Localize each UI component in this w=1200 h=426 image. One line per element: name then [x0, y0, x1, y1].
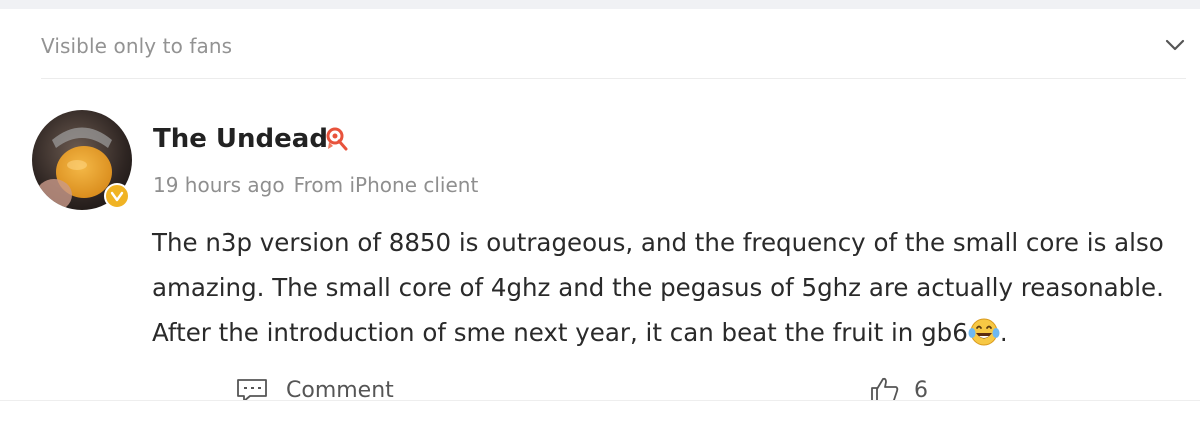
- post-meta: 19 hours ago From iPhone client: [153, 173, 478, 197]
- top-separator: [0, 0, 1200, 9]
- post-body-line: amazing. The small core of 4ghz and the …: [152, 273, 1164, 302]
- post-body-text: After the introduction of sme next year,…: [152, 318, 968, 347]
- bottom-mask: [0, 400, 1200, 426]
- like-count: 6: [914, 377, 928, 403]
- verified-badge-icon: [104, 183, 130, 209]
- post-time: 19 hours ago: [153, 173, 285, 197]
- laughing-tears-emoji: [968, 318, 1000, 346]
- chevron-down-icon[interactable]: [1164, 37, 1186, 53]
- post-body-end: .: [999, 318, 1008, 347]
- divider: [41, 78, 1186, 79]
- post-body-line: After the introduction of sme next year,…: [152, 310, 1197, 355]
- visibility-bar[interactable]: Visible only to fans: [0, 9, 1200, 79]
- post-card: Visible only to fans The Undead 19 hours…: [0, 0, 1200, 426]
- post-body-line: The n3p version of 8850 is outrageous, a…: [152, 228, 1164, 257]
- visibility-label: Visible only to fans: [41, 34, 233, 58]
- comment-label: Comment: [286, 377, 394, 403]
- post-source: From iPhone client: [293, 173, 479, 197]
- author-name[interactable]: The Undead: [153, 124, 328, 154]
- post-body: The n3p version of 8850 is outrageous, a…: [152, 220, 1197, 355]
- user-level-icon: [326, 127, 348, 151]
- bottom-divider: [0, 400, 1200, 401]
